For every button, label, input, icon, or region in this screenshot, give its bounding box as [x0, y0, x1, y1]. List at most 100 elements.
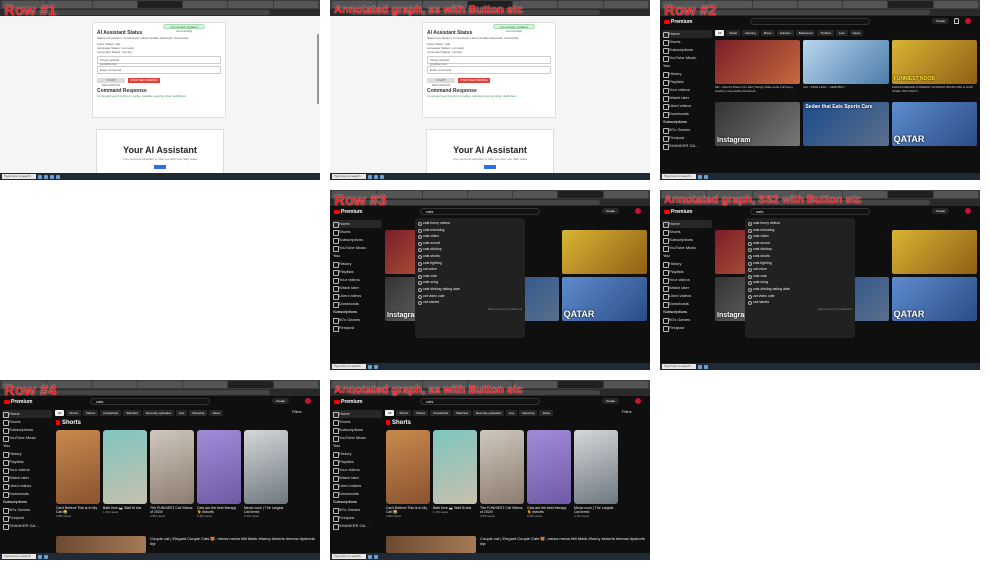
create-button[interactable]: Create	[602, 208, 619, 214]
youtube-logo[interactable]: Premium	[664, 19, 692, 25]
taskbar-search[interactable]: Type here to search	[332, 174, 366, 179]
suggestion[interactable]: cat voice	[415, 266, 525, 273]
short-card[interactable]: Cats are the best therapy 🐈 #shorts 5.4M …	[197, 430, 241, 518]
short-card[interactable]: Can't Believe This is In My Cat! 😂 3.9M v…	[56, 430, 100, 518]
short-card[interactable]: Meow coon | The Largest Cat breed 2.1M vi…	[244, 430, 288, 518]
sidebar-item-subscriptions[interactable]: Subscriptions	[332, 236, 382, 244]
chip[interactable]: Music	[726, 30, 741, 36]
suggestion[interactable]: cats video	[745, 233, 855, 240]
report-predictions-link[interactable]: Report search predictions	[745, 306, 855, 313]
sub-channel[interactable]: 90's Games	[2, 506, 52, 514]
sidebar-item-history[interactable]: History	[2, 450, 52, 458]
sidebar-item-playlists[interactable]: Playlists	[332, 268, 382, 276]
youtube-logo[interactable]: Premium	[4, 399, 32, 405]
video-card[interactable]: Sedan that Eats Sports Cars	[803, 102, 889, 146]
filters-button[interactable]: Filters	[292, 410, 302, 414]
sidebar-item-subscriptions[interactable]: Subscriptions	[662, 46, 712, 54]
sidebar-item-liked[interactable]: Liked videos	[332, 292, 382, 300]
sidebar-item-watch-later[interactable]: Watch later	[2, 474, 52, 482]
sidebar-item-home[interactable]: Home	[662, 30, 712, 38]
sub-channel[interactable]: SHANKER GA...	[2, 522, 52, 530]
sidebar-item-downloads[interactable]: Downloads	[662, 110, 712, 118]
scrollbar[interactable]	[317, 34, 319, 104]
suggestion[interactable]: cats sound	[415, 240, 525, 247]
chip[interactable]: News	[849, 30, 864, 36]
stop-recording-button[interactable]: STOP RECORDING	[128, 78, 160, 83]
sidebar-item-shorts[interactable]: Shorts	[2, 418, 52, 426]
suggestion[interactable]: cats sound	[745, 240, 855, 247]
sidebar-item-your-videos[interactable]: Your videos	[2, 466, 52, 474]
start-recording-button[interactable]: START RECORDING	[97, 78, 125, 87]
suggestion[interactable]: cats dinktop	[415, 246, 525, 253]
suggestion[interactable]: cats funny videos	[745, 220, 855, 227]
suggestion[interactable]: cats shorts	[415, 253, 525, 260]
suggestion[interactable]: cats shorts	[745, 253, 855, 260]
create-button[interactable]: Create	[932, 18, 949, 24]
you-header[interactable]: You	[662, 62, 712, 70]
hero-button[interactable]	[484, 165, 496, 169]
create-button[interactable]: Create	[932, 208, 949, 214]
chip[interactable]: Live	[836, 30, 848, 36]
sidebar-item-downloads[interactable]: Downloads	[332, 300, 382, 308]
command-input[interactable]: Enter command	[97, 66, 221, 74]
video-card[interactable]: Instagram	[715, 102, 801, 146]
chip[interactable]: Jokes	[209, 410, 224, 416]
sidebar-item-your-videos[interactable]: Your videos	[332, 276, 382, 284]
video-result[interactable]: Couple cat | Elegant Couple Cats 😻, meow…	[56, 536, 318, 553]
chip[interactable]: Thrillers	[817, 30, 835, 36]
sidebar-item-your-videos[interactable]: Your videos	[662, 86, 712, 94]
you-header[interactable]: You	[2, 442, 52, 450]
chip[interactable]: Gaming	[742, 30, 759, 36]
sidebar-item-shorts[interactable]: Shorts	[662, 38, 712, 46]
sidebar-item-home[interactable]: Home	[2, 410, 52, 418]
avatar[interactable]	[635, 208, 641, 214]
sidebar-item-watch-later[interactable]: Watch later	[332, 284, 382, 292]
suggestion[interactable]: cats dinking dating date	[745, 286, 855, 293]
video-card[interactable]: Mix - Dharmi Dharmi Ke Mel (Telugu) Male…	[715, 40, 801, 99]
chip[interactable]: Shorts	[66, 410, 82, 416]
sidebar-item-music[interactable]: YouTube Music	[662, 54, 712, 62]
chip[interactable]: Videos	[83, 410, 99, 416]
youtube-logo[interactable]: Premium	[334, 209, 362, 215]
video-card[interactable]: Mix - INDO-LEGT - HEMOBOY	[803, 40, 889, 99]
suggestion[interactable]: cats funny videos	[415, 220, 525, 227]
start-recording-button[interactable]: START RECORDING	[427, 78, 455, 87]
avatar[interactable]	[305, 398, 311, 404]
suggestion[interactable]: cats meowing	[415, 227, 525, 234]
short-card[interactable]: Bath time 🛁 Wait fit ahs 1.1M views	[103, 430, 147, 518]
sidebar-item-liked[interactable]: Liked videos	[2, 482, 52, 490]
command-input[interactable]: Enter command	[427, 66, 551, 74]
suggestion[interactable]: cats cute	[745, 273, 855, 280]
taskbar-search[interactable]: Type here to search	[662, 174, 696, 179]
suggestion[interactable]: cats dinktop	[745, 246, 855, 253]
suggestion[interactable]: cat voice	[745, 266, 855, 273]
sidebar-item-history[interactable]: History	[662, 70, 712, 78]
sidebar-item-watch-later[interactable]: Watch later	[662, 94, 712, 102]
sidebar-item-liked[interactable]: Liked videos	[662, 102, 712, 110]
sidebar-item-subscriptions[interactable]: Subscriptions	[2, 426, 52, 434]
suggestion[interactable]: cats fighting	[745, 260, 855, 267]
sidebar-item-music[interactable]: YouTube Music	[332, 244, 382, 252]
target-website-field[interactable]: Target website youtube.com	[427, 56, 551, 66]
chip[interactable]: All	[55, 410, 65, 416]
suggestion[interactable]: cat video cute	[415, 293, 525, 300]
video-card[interactable]: FUNNIEST NOOB DHOHN DEGHIE FUNNIEST RANDO…	[891, 40, 977, 99]
chip[interactable]: Bollywood	[795, 30, 816, 36]
chip[interactable]: Unwatched	[100, 410, 122, 416]
sidebar-item-music[interactable]: YouTube Music	[2, 434, 52, 442]
suggestion[interactable]: cats meowing	[745, 227, 855, 234]
sub-channel[interactable]: Firstpost	[662, 134, 712, 142]
sidebar-item-home[interactable]: Home	[332, 220, 382, 228]
suggestion[interactable]: cats song	[415, 279, 525, 286]
suggestion[interactable]: cat video cute	[745, 293, 855, 300]
suggestion[interactable]: cats fighting	[415, 260, 525, 267]
you-header[interactable]: You	[332, 252, 382, 260]
suggestion[interactable]: cats cute	[415, 273, 525, 280]
search-input[interactable]: cats	[750, 208, 870, 215]
chip[interactable]: Meowing	[189, 410, 208, 416]
report-predictions-link[interactable]: Report search predictions	[415, 306, 525, 313]
video-card[interactable]: QATAR	[891, 102, 977, 146]
taskbar-search[interactable]: Type here to search	[2, 174, 36, 179]
suggestion[interactable]: cats video	[415, 233, 525, 240]
create-button[interactable]: Create	[602, 398, 619, 404]
